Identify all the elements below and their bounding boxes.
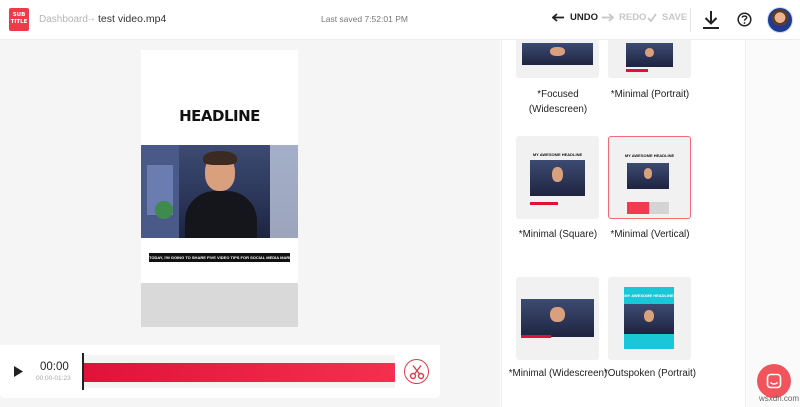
template-thumb-frame	[530, 160, 585, 196]
help-icon[interactable]	[737, 12, 752, 27]
template-label: *Focused (Widescreen)	[528, 89, 588, 115]
video-frame	[141, 145, 298, 238]
app-logo[interactable]: SUB TITLE	[9, 8, 29, 31]
time-range: 00:00-01:23	[36, 375, 71, 382]
timeline-track[interactable]	[82, 355, 395, 388]
template-thumb-bar	[626, 69, 648, 72]
template-focused-widescreen[interactable]	[516, 40, 599, 78]
video-background-shelf	[141, 145, 179, 238]
template-label: *Minimal (Widescreen)	[508, 368, 608, 379]
timeline-selection[interactable]	[82, 363, 395, 382]
template-thumb-headline: MY AWESOME HEADLINE	[624, 153, 675, 158]
chat-button[interactable]	[757, 364, 791, 398]
preview-headline[interactable]: HEADLINE	[141, 107, 298, 125]
template-minimal-portrait[interactable]	[608, 40, 691, 78]
redo-label: REDO	[619, 12, 647, 23]
template-minimal-vertical[interactable]: MY AWESOME HEADLINE	[608, 136, 691, 219]
redo-button[interactable]: REDO	[601, 12, 646, 23]
last-saved-status: Last saved 7:52:01 PM	[321, 14, 408, 24]
undo-label: UNDO	[570, 12, 598, 23]
redo-icon	[602, 12, 614, 22]
video-person-body	[185, 191, 257, 238]
template-minimal-square[interactable]: MY AWESOME HEADLINE	[516, 136, 599, 219]
template-label: *Minimal (Square)	[518, 229, 598, 240]
template-thumb-frame	[522, 43, 593, 65]
template-thumb-red-block	[627, 202, 649, 214]
template-thumb-headline: MY AWESOME HEADLINE	[532, 152, 583, 157]
save-button[interactable]: SAVE	[647, 12, 687, 23]
watermark-text: wsxdn.com	[759, 394, 800, 403]
undo-icon	[552, 12, 564, 22]
preview-bottom-block	[141, 283, 298, 327]
vertical-preview[interactable]: HEADLINE TODAY, I'M GOING TO SHARE FIVE …	[141, 50, 298, 327]
scissors-button[interactable]	[404, 359, 429, 384]
template-outspoken-portrait[interactable]: MY AWESOME HEADLINE	[608, 277, 691, 360]
template-thumb-gray-block	[649, 202, 669, 214]
logo-text: SUB TITLE	[10, 12, 28, 25]
template-thumb-frame	[521, 299, 594, 337]
player-bar: 00:00 00:00-01:23	[0, 345, 440, 398]
play-icon[interactable]	[13, 365, 24, 378]
current-time: 00:00	[40, 361, 69, 373]
avatar[interactable]	[767, 7, 793, 33]
breadcrumb-separator: →	[86, 13, 96, 24]
header-divider	[690, 8, 691, 32]
breadcrumb-dashboard-link[interactable]: Dashboard	[39, 14, 88, 25]
template-thumb-frame	[626, 43, 673, 67]
scissors-icon	[409, 364, 424, 379]
file-name: test video.mp4	[98, 13, 167, 25]
undo-button[interactable]: UNDO	[552, 12, 598, 23]
check-icon	[647, 13, 657, 22]
video-person-hair	[203, 151, 237, 165]
playhead[interactable]	[82, 353, 84, 390]
template-thumb-bar	[521, 335, 551, 338]
chat-icon	[766, 373, 782, 389]
template-label: *Minimal (Vertical)	[610, 229, 690, 240]
template-panel[interactable]: *Focused (Widescreen) *Minimal (Portrait…	[501, 40, 746, 407]
template-thumb-frame	[627, 163, 669, 189]
template-thumb-headline: MY AWESOME HEADLINE	[624, 293, 674, 298]
template-minimal-widescreen[interactable]	[516, 277, 599, 360]
right-gutter	[747, 40, 800, 407]
video-plant	[155, 201, 173, 219]
template-thumb-bar	[530, 202, 558, 205]
top-bar: SUB TITLE Dashboard → test video.mp4 Las…	[0, 0, 800, 40]
save-label: SAVE	[662, 12, 688, 23]
preview-caption[interactable]: TODAY, I'M GOING TO SHARE FIVE VIDEO TIP…	[149, 253, 290, 262]
template-thumb-frame	[624, 304, 674, 334]
template-label: *Minimal (Portrait)	[610, 89, 690, 100]
download-icon[interactable]	[702, 10, 720, 30]
template-label: *Outspoken (Portrait)	[603, 368, 697, 379]
video-window-light	[270, 145, 298, 238]
